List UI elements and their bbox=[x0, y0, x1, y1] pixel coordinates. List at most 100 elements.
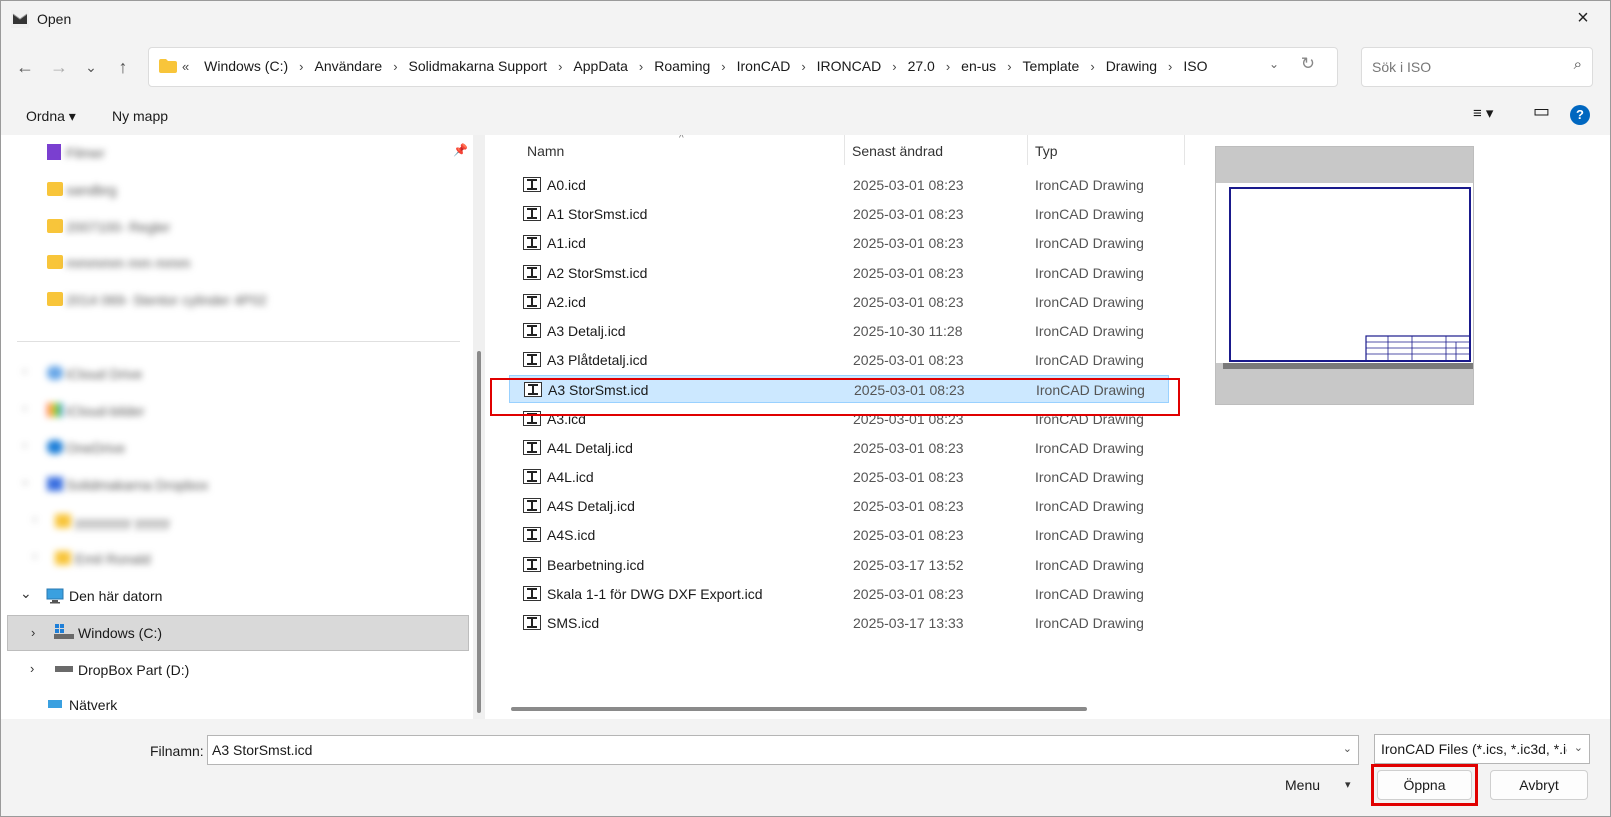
nav-pane-scrollbar[interactable] bbox=[477, 351, 481, 713]
file-name: A4L.icd bbox=[547, 469, 594, 485]
back-arrow-icon[interactable]: ← bbox=[13, 55, 37, 79]
file-row[interactable]: Bearbetning.icd 2025-03-17 13:52 IronCAD D… bbox=[509, 551, 1169, 579]
nav-item-quick-access-1[interactable]: Filmer 📌 bbox=[1, 135, 468, 171]
breadcrumb-item[interactable]: 27.0 bbox=[908, 58, 935, 74]
search-box[interactable]: Sök i ISO ⌕ bbox=[1361, 47, 1593, 87]
expand-chevron-icon[interactable]: › bbox=[23, 403, 26, 414]
file-row[interactable]: A3 Detalj.icd 2025-10-30 11:28 IronCAD Dra… bbox=[509, 317, 1169, 345]
expand-chevron-icon[interactable]: › bbox=[33, 551, 36, 562]
pin-icon[interactable]: 📌 bbox=[453, 143, 468, 157]
search-input[interactable]: Sök i ISO bbox=[1372, 59, 1431, 75]
breadcrumb-item[interactable]: IronCAD bbox=[737, 58, 791, 74]
file-name: A4S Detalj.icd bbox=[547, 498, 635, 515]
breadcrumb-item[interactable]: en-us bbox=[961, 58, 996, 74]
expand-chevron-icon[interactable]: › bbox=[23, 366, 26, 377]
collapse-chevron-icon[interactable]: ⌄ bbox=[21, 476, 29, 487]
file-type: IronCAD Drawing bbox=[1035, 556, 1144, 573]
ironcad-drawing-file-icon bbox=[523, 177, 541, 192]
expand-chevron-icon[interactable]: › bbox=[23, 440, 26, 451]
nav-item-windows-c[interactable]: › Windows (C:) bbox=[7, 615, 469, 651]
refresh-icon[interactable]: ↻ bbox=[1301, 54, 1315, 74]
file-row[interactable]: Skala 1-1 för DWG DXF Export.icd 2025-03-… bbox=[509, 580, 1169, 608]
nav-item-quick-access-5[interactable]: 2014 069- Stentor cylinder 4P02 bbox=[1, 282, 461, 318]
breadcrumb-item[interactable]: ISO bbox=[1183, 58, 1207, 74]
nav-item-dropbox[interactable]: ⌄ Solidmakarna Dropbox bbox=[1, 467, 461, 503]
nav-item-icloud-drive[interactable]: › iCloud Drive bbox=[1, 356, 461, 392]
breadcrumb-item[interactable]: Drawing bbox=[1106, 58, 1157, 74]
view-options-icon[interactable]: ≡ ▾ bbox=[1473, 104, 1493, 122]
file-row[interactable]: A0.icd 2025-03-01 08:23 IronCAD Drawing bbox=[509, 171, 1169, 199]
breadcrumb-item[interactable]: Användare bbox=[314, 58, 382, 74]
nav-item-icloud-photos[interactable]: › iCloud-bilder bbox=[1, 393, 461, 429]
address-bar[interactable]: « Windows (C:) › Användare › Solidmakarna Su… bbox=[148, 47, 1338, 87]
close-icon[interactable]: × bbox=[1572, 7, 1594, 29]
breadcrumb-separator-icon[interactable]: › bbox=[721, 59, 725, 74]
new-folder-button[interactable]: Ny mapp bbox=[112, 108, 168, 124]
breadcrumb-separator-icon[interactable]: › bbox=[892, 59, 896, 74]
preview-pane-icon[interactable]: ▭ bbox=[1533, 101, 1550, 122]
recent-locations-chevron-icon[interactable]: ⌄ bbox=[79, 55, 103, 79]
file-row[interactable]: A2 StorSmst.icd 2025-03-01 08:23 IronCAD D… bbox=[509, 259, 1169, 287]
file-row[interactable]: A4S Detalj.icd 2025-03-01 08:23 IronCAD Dr… bbox=[509, 492, 1169, 520]
file-row[interactable]: A4L Detalj.icd 2025-03-01 08:23 IronCAD Dr… bbox=[509, 434, 1169, 462]
column-divider[interactable] bbox=[1184, 135, 1185, 165]
breadcrumb-separator-icon[interactable]: › bbox=[393, 59, 397, 74]
cancel-button[interactable]: Avbryt bbox=[1490, 770, 1588, 800]
column-header-date[interactable]: Senast ändrad bbox=[852, 143, 943, 159]
help-icon[interactable]: ? bbox=[1570, 105, 1590, 125]
address-dropdown-icon[interactable]: ⌄ bbox=[1269, 57, 1279, 71]
column-header-type[interactable]: Typ bbox=[1035, 143, 1058, 159]
file-row[interactable]: A4S.icd 2025-03-01 08:23 IronCAD Drawing bbox=[509, 521, 1169, 549]
menu-button[interactable]: Menu bbox=[1285, 777, 1320, 793]
breadcrumb-separator-icon[interactable]: › bbox=[299, 59, 303, 74]
breadcrumb-separator-icon[interactable]: › bbox=[801, 59, 805, 74]
breadcrumb-item[interactable]: Windows (C:) bbox=[204, 58, 288, 74]
nav-item-onedrive[interactable]: › OneDrive bbox=[1, 430, 461, 466]
collapse-chevron-icon[interactable]: ⌄ bbox=[20, 585, 32, 602]
breadcrumb-separator-icon[interactable]: › bbox=[1007, 59, 1011, 74]
nav-item-quick-access-2[interactable]: sandbrg bbox=[1, 172, 461, 208]
chevron-down-icon[interactable]: ⌄ bbox=[1574, 741, 1583, 754]
nav-item-quick-access-4[interactable]: mmmmm mm mmm bbox=[1, 245, 461, 281]
breadcrumb-item[interactable]: Template bbox=[1023, 58, 1080, 74]
breadcrumb-item[interactable]: Solidmakarna Support bbox=[409, 58, 548, 74]
file-type-select[interactable]: IronCAD Files (*.ics, *.ic3d, *.icd, *.e… bbox=[1374, 734, 1590, 764]
expand-chevron-icon[interactable]: › bbox=[31, 625, 35, 640]
nav-item-network[interactable]: Nätverk bbox=[1, 693, 461, 719]
file-row[interactable]: SMS.icd 2025-03-17 13:33 IronCAD Drawing bbox=[509, 609, 1169, 637]
forward-arrow-icon[interactable]: → bbox=[47, 55, 71, 79]
column-divider[interactable] bbox=[1027, 135, 1028, 165]
expand-chevron-icon[interactable]: › bbox=[30, 661, 34, 676]
file-row[interactable]: A1.icd 2025-03-01 08:23 IronCAD Drawing bbox=[509, 229, 1169, 257]
filename-value[interactable]: A3 StorSmst.icd bbox=[212, 742, 312, 758]
filename-field[interactable]: A3 StorSmst.icd ⌄ bbox=[207, 735, 1359, 765]
breadcrumb-overflow[interactable]: « bbox=[182, 59, 189, 74]
breadcrumb-separator-icon[interactable]: › bbox=[1168, 59, 1172, 74]
up-arrow-icon[interactable]: ↑ bbox=[111, 55, 135, 79]
horizontal-scrollbar[interactable] bbox=[511, 707, 1087, 711]
nav-item-this-pc[interactable]: ⌄ Den här datorn bbox=[1, 578, 461, 614]
breadcrumb-separator-icon[interactable]: › bbox=[558, 59, 562, 74]
column-divider[interactable] bbox=[844, 135, 845, 165]
file-row[interactable]: A1 StorSmst.icd 2025-03-01 08:23 IronCAD D… bbox=[509, 200, 1169, 228]
breadcrumb-separator-icon[interactable]: › bbox=[1090, 59, 1094, 74]
breadcrumb-item[interactable]: IRONCAD bbox=[817, 58, 882, 74]
breadcrumb-separator-icon[interactable]: › bbox=[946, 59, 950, 74]
file-row[interactable]: A3 Plåtdetalj.icd 2025-03-01 08:23 IronCAD… bbox=[509, 346, 1169, 374]
nav-item-dropbox-sub-2[interactable]: › Emil Ronald bbox=[1, 541, 461, 577]
nav-item-dropbox-part-d[interactable]: › DropBox Part (D:) bbox=[1, 652, 461, 688]
column-header-name[interactable]: Namn bbox=[527, 143, 564, 159]
file-row[interactable]: A4L.icd 2025-03-01 08:23 IronCAD Drawing bbox=[509, 463, 1169, 491]
file-row[interactable]: A2.icd 2025-03-01 08:23 IronCAD Drawing bbox=[509, 288, 1169, 316]
chevron-down-icon[interactable]: ⌄ bbox=[1343, 742, 1352, 755]
breadcrumb-separator-icon[interactable]: › bbox=[639, 59, 643, 74]
organize-menu-button[interactable]: Ordna ▾ bbox=[26, 108, 76, 125]
menu-dropdown-icon[interactable]: ▾ bbox=[1345, 778, 1351, 791]
nav-item-dropbox-sub-1[interactable]: › yyyyyyyy yyyyy bbox=[1, 504, 461, 540]
ironcad-drawing-file-icon bbox=[523, 206, 541, 222]
file-type-value[interactable]: IronCAD Files (*.ics, *.ic3d, *.icd, *.e… bbox=[1381, 741, 1567, 757]
breadcrumb-item[interactable]: Roaming bbox=[654, 58, 710, 74]
breadcrumb-item[interactable]: AppData bbox=[573, 58, 627, 74]
expand-chevron-icon[interactable]: › bbox=[33, 514, 36, 525]
nav-item-quick-access-3[interactable]: 2007100- Regler bbox=[1, 209, 461, 245]
